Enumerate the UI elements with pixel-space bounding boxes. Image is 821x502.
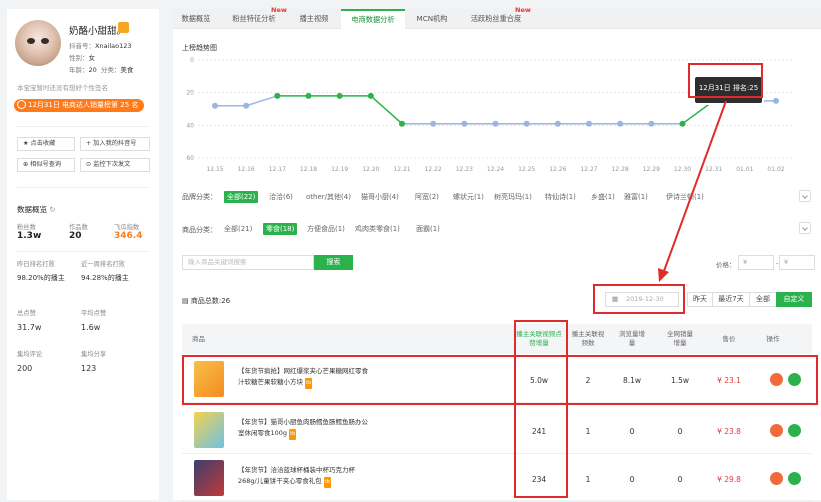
category: 美食: [120, 66, 134, 74]
douyin-id: Xnailao123: [95, 42, 132, 50]
fans-value: 1.3w: [17, 231, 42, 241]
avatar[interactable]: [15, 20, 61, 66]
refresh-icon: ↻: [49, 205, 56, 214]
shop-icon[interactable]: [770, 424, 783, 437]
table-row[interactable]: 【年货节】洽洽蓝球杯桶装中杯巧克力杯268g/儿童饼干夹心零食礼包 tb 234 1 0…: [182, 455, 812, 502]
gender: 女: [88, 54, 96, 62]
main-panel: 数据概览 粉丝特征分析 New 播主视频 电商数据分析 MCN机构 活跃粉丝重合…: [173, 6, 821, 502]
link-icon[interactable]: [788, 472, 801, 485]
annotation-arrow: [658, 100, 727, 282]
sales-cell: 0: [677, 427, 683, 436]
overview-title: 数据概览 ↻: [17, 205, 56, 214]
price-cell: ¥ 23.8: [717, 427, 741, 436]
price-cell: ¥ 29.8: [717, 475, 741, 484]
age: 20: [88, 66, 97, 74]
views-cell: 0: [629, 427, 635, 436]
yesterday-rank: 98.20%的播主: [17, 274, 65, 282]
rank-badge[interactable]: 12月31日 电商达人销量榜第 25 名: [14, 99, 145, 112]
avg-comments: 200: [17, 364, 33, 373]
index-value: 346.4: [114, 231, 143, 241]
profile-panel: 奶酪小甜甜。 抖音号：Xnailao123 性别：女 年龄：20 分类：美食 本…: [7, 9, 159, 500]
shop-icon[interactable]: [770, 472, 783, 485]
works-value: 20: [69, 231, 82, 241]
avg-shares: 123: [81, 364, 97, 373]
product-image[interactable]: [194, 412, 224, 448]
videos-cell: 1: [585, 427, 591, 436]
table-header: 商品 播主关联视频点赞增量 播主关联视频数 浏览量增量 全网销量增量 售价 操作: [182, 324, 812, 354]
avg-likes: 1.6w: [81, 323, 101, 332]
product-name[interactable]: 【年货节】猫哥小厨鱼肉肠鳕鱼肠鳕鱼肠办公室休闲零食100g tb: [238, 417, 368, 440]
favorite-button[interactable]: ★ 点击收藏: [17, 137, 75, 151]
week-rank: 94.28%的播主: [81, 274, 129, 282]
product-image[interactable]: [194, 460, 224, 496]
fans-label: 粉丝数: [17, 224, 36, 231]
index-label: 飞瓜指数: [114, 224, 140, 231]
monitor-button[interactable]: ⊙ 监控下次发文: [80, 158, 150, 172]
tmall-icon: tb: [323, 477, 331, 488]
videos-cell: 1: [585, 475, 591, 484]
total-likes: 31.7w: [17, 323, 42, 332]
tmall-icon: tb: [289, 429, 297, 440]
views-cell: 0: [629, 475, 635, 484]
product-name[interactable]: 【年货节】洽洽蓝球杯桶装中杯巧克力杯268g/儿童饼干夹心零食礼包 tb: [238, 465, 368, 488]
table-row[interactable]: 【年货节】猫哥小厨鱼肉肠鳕鱼肠鳕鱼肠办公室休闲零食100g tb 241 1 0 0 ¥ 2…: [182, 407, 812, 454]
annotation-box: [514, 320, 568, 498]
add-mine-button[interactable]: + 加入我的抖音号: [80, 137, 150, 151]
verified-badge-icon: [118, 22, 129, 33]
rank-icon: [17, 99, 26, 109]
link-icon[interactable]: [788, 424, 801, 437]
signature: 本宝宝暂时还没有想好个性签名: [17, 84, 108, 92]
similar-search-button[interactable]: ⊕ 相似号查询: [17, 158, 75, 172]
sales-cell: 0: [677, 475, 683, 484]
works-label: 作品数: [69, 224, 88, 231]
annotation-box: [182, 355, 818, 405]
